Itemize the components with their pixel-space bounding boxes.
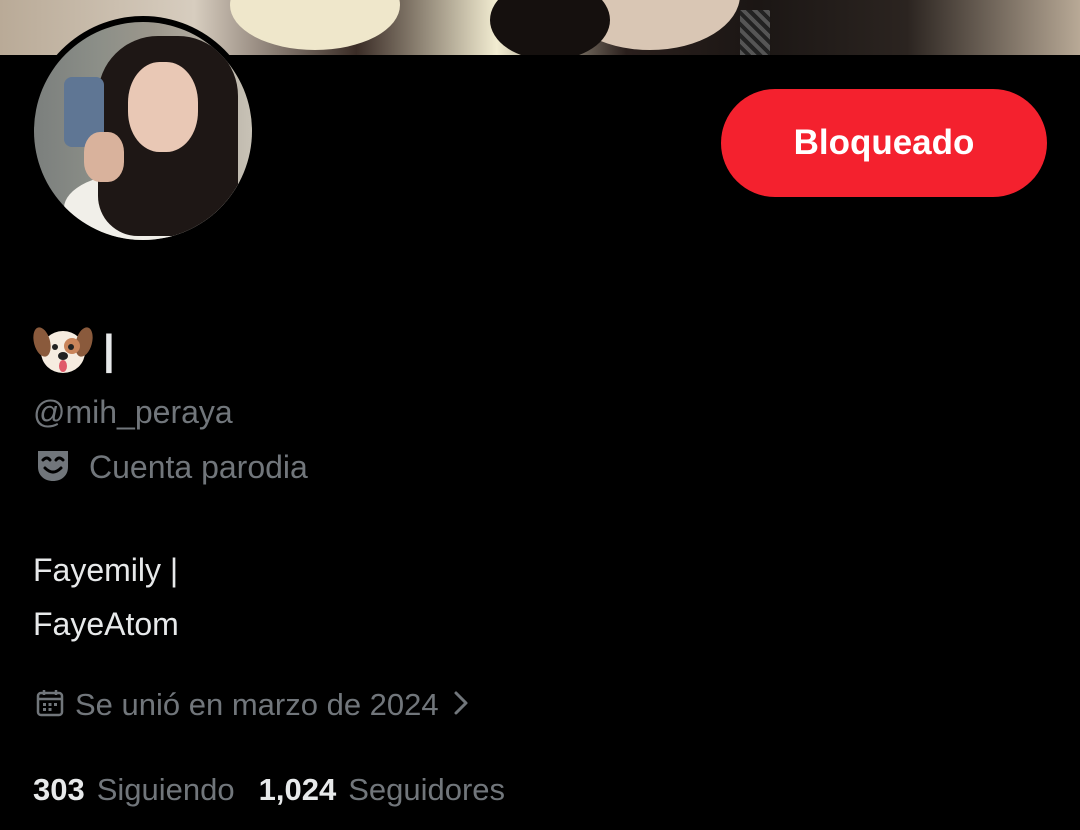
following-link[interactable]: 303 Siguiendo <box>33 767 235 813</box>
followers-link[interactable]: 1,024 Seguidores <box>259 767 505 813</box>
followers-count: 1,024 <box>258 772 337 807</box>
avatar-photo-part <box>84 132 124 182</box>
dog-face-icon <box>33 322 93 378</box>
banner-photo-part <box>230 0 400 50</box>
display-name-separator: | <box>103 326 115 373</box>
bio-line: Fayemily | <box>33 552 179 588</box>
profile-handle: @mih_peraya <box>33 394 233 430</box>
joined-date-row[interactable]: Se unió en marzo de 2024 <box>35 682 473 728</box>
following-count: 303 <box>33 772 85 807</box>
follow-stats: 303 Siguiendo 1,024 Seguidores <box>33 767 505 813</box>
parody-label: Cuenta parodia <box>89 449 308 485</box>
chevron-right-icon <box>449 688 473 723</box>
avatar-photo <box>34 22 252 240</box>
banner-photo-part <box>490 0 610 55</box>
parody-label-row: Cuenta parodia <box>35 444 308 490</box>
calendar-icon <box>35 688 65 723</box>
joined-date: Se unió en marzo de 2024 <box>75 687 439 722</box>
profile-bio: Fayemily | FayeAtom <box>33 543 179 651</box>
avatar[interactable] <box>28 16 258 246</box>
blocked-button[interactable]: Bloqueado <box>721 89 1047 197</box>
bio-line: FayeAtom <box>33 606 179 642</box>
following-label: Siguiendo <box>96 772 235 807</box>
banner-photo-part <box>740 10 770 55</box>
followers-label: Seguidores <box>348 772 506 807</box>
display-name: | <box>33 322 115 378</box>
theater-mask-icon <box>35 447 71 488</box>
avatar-photo-part <box>128 62 198 152</box>
